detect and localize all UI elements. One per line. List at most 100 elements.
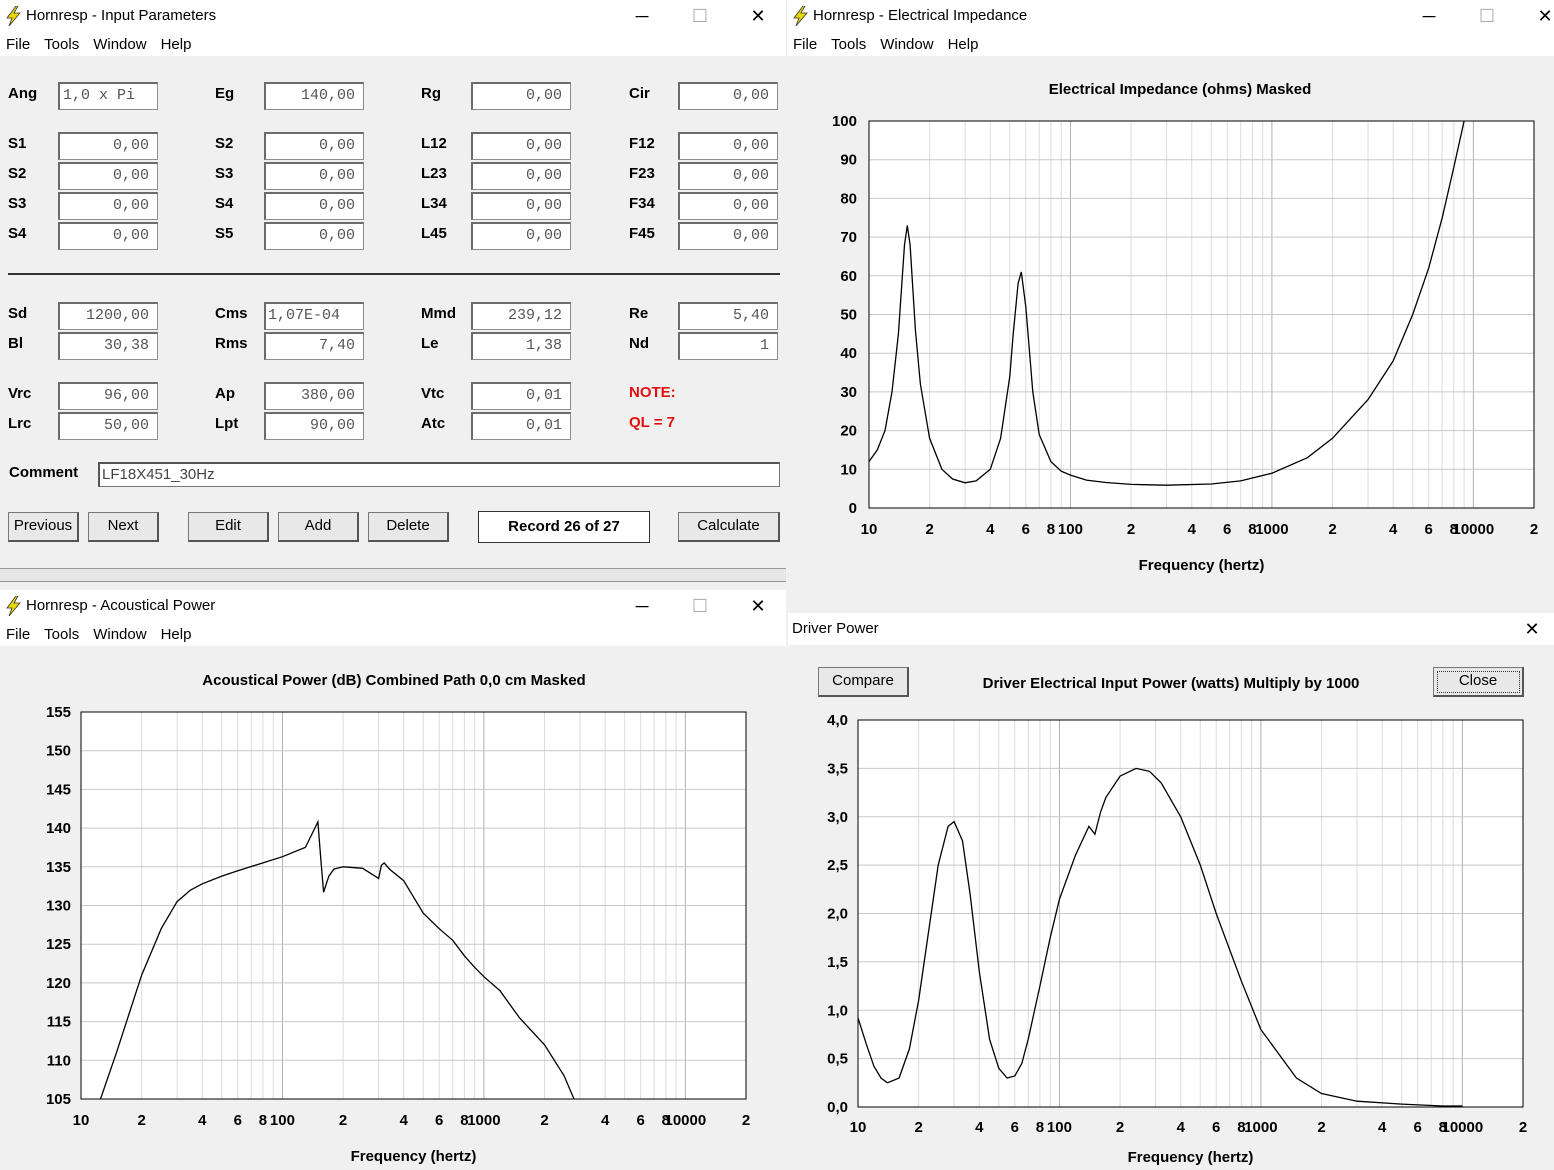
calculate-button[interactable]: Calculate [678,512,780,542]
x-tick-label: 100 [1058,521,1083,538]
minimize-icon[interactable]: ─ [622,4,662,28]
close-icon[interactable]: ✕ [1512,617,1552,641]
menu-file[interactable]: File [0,32,38,53]
maximize-icon[interactable]: ☐ [1467,4,1507,28]
param-field[interactable]: 0,00 [58,222,158,250]
param-field[interactable]: 0,00 [471,162,571,190]
y-tick-label: 0,5 [827,1051,848,1068]
edit-button[interactable]: Edit [188,512,269,542]
param-field[interactable]: 1,07E-04 [264,302,364,330]
menu-tools[interactable]: Tools [38,32,87,53]
param-field[interactable]: 0,00 [471,192,571,220]
menu-help[interactable]: Help [155,622,200,643]
menu-file[interactable]: File [787,32,825,53]
param-field[interactable]: 0,00 [58,132,158,160]
menu-bar: File Tools Window Help [787,32,1554,56]
chart-title: Driver Electrical Input Power (watts) Mu… [983,675,1360,692]
menu-help[interactable]: Help [942,32,987,53]
input-window-titlebar[interactable]: Hornresp - Input Parameters ─ ☐ ✕ [0,0,786,32]
param-field[interactable]: 0,00 [678,222,778,250]
param-field[interactable]: 1 [678,332,778,360]
menu-window[interactable]: Window [87,622,154,643]
param-label: Ap [215,385,235,402]
param-field[interactable]: 0,00 [678,132,778,160]
param-field[interactable]: 0,00 [264,192,364,220]
x-tick-label: 10 [861,521,878,538]
x-tick-label: 6 [1011,1119,1019,1136]
menu-tools[interactable]: Tools [38,622,87,643]
x-tick-label: 2 [1317,1119,1325,1136]
param-label: S4 [8,225,27,242]
param-field[interactable]: 1,38 [471,332,571,360]
x-tick-label: 2 [1519,1119,1527,1136]
param-field[interactable]: 0,00 [678,82,778,110]
param-field[interactable]: 0,00 [58,192,158,220]
next-button[interactable]: Next [88,512,159,542]
param-field[interactable]: 0,00 [264,132,364,160]
param-field[interactable]: 0,00 [471,222,571,250]
y-tick-label: 40 [840,345,857,362]
x-tick-label: 10000 [1441,1119,1483,1136]
param-field[interactable]: 0,00 [471,132,571,160]
x-tick-label: 100 [270,1112,295,1129]
param-label: Lrc [8,415,32,432]
minimize-icon[interactable]: ─ [1409,4,1449,28]
x-tick-label: 6 [1223,521,1231,538]
delete-button[interactable]: Delete [368,512,449,542]
y-tick-label: 120 [46,975,71,992]
minimize-icon[interactable]: ─ [622,594,662,618]
param-field[interactable]: 1200,00 [58,302,158,330]
param-field[interactable]: 1,0 x Pi [58,82,158,110]
close-icon[interactable]: ✕ [1525,4,1554,28]
menu-bar: File Tools Window Help [0,32,786,56]
param-label: Nd [629,335,649,352]
impedance-window-titlebar[interactable]: Hornresp - Electrical Impedance ─ ☐ ✕ [787,0,1554,32]
param-label: S3 [215,165,234,182]
menu-help[interactable]: Help [155,32,200,53]
param-field[interactable]: 7,40 [264,332,364,360]
param-field[interactable]: 0,01 [471,382,571,410]
x-tick-label: 2 [137,1112,145,1129]
param-field[interactable]: 0,00 [471,82,571,110]
param-field[interactable]: 0,00 [264,162,364,190]
param-field[interactable]: 140,00 [264,82,364,110]
param-label: Eg [215,85,235,102]
close-icon[interactable]: ✕ [738,594,778,618]
y-tick-label: 0,0 [827,1099,848,1116]
param-label: S3 [8,195,27,212]
x-tick-label: 2 [742,1112,750,1129]
x-tick-label: 4 [601,1112,610,1129]
param-field[interactable]: 380,00 [264,382,364,410]
param-field[interactable]: 0,00 [264,222,364,250]
previous-button[interactable]: Previous [8,512,79,542]
menu-window[interactable]: Window [874,32,941,53]
y-tick-label: 100 [832,113,857,130]
param-field[interactable]: 50,00 [58,412,158,440]
param-label: F12 [629,135,655,152]
param-field[interactable]: 0,00 [678,162,778,190]
param-field[interactable]: 30,38 [58,332,158,360]
close-icon[interactable]: ✕ [738,4,778,28]
param-field[interactable]: 239,12 [471,302,571,330]
param-field[interactable]: 5,40 [678,302,778,330]
param-field[interactable]: 0,00 [58,162,158,190]
param-label: F34 [629,195,655,212]
menu-window[interactable]: Window [87,32,154,53]
param-field[interactable]: 0,01 [471,412,571,440]
menu-tools[interactable]: Tools [825,32,874,53]
maximize-icon[interactable]: ☐ [680,4,720,28]
y-tick-label: 1,5 [827,954,848,971]
y-tick-label: 30 [840,384,857,401]
comment-input[interactable]: LF18X451_30Hz [98,462,780,487]
param-label: S2 [215,135,234,152]
param-field[interactable]: 0,00 [678,192,778,220]
param-label: S5 [215,225,234,242]
driver-window-titlebar[interactable]: Driver Power ✕ [788,613,1554,645]
acoustic-window-titlebar[interactable]: Hornresp - Acoustical Power ─ ☐ ✕ [0,590,786,622]
param-field[interactable]: 96,00 [58,382,158,410]
menu-file[interactable]: File [0,622,38,643]
separator-line [8,273,780,275]
add-button[interactable]: Add [278,512,359,542]
param-field[interactable]: 90,00 [264,412,364,440]
maximize-icon[interactable]: ☐ [680,594,720,618]
